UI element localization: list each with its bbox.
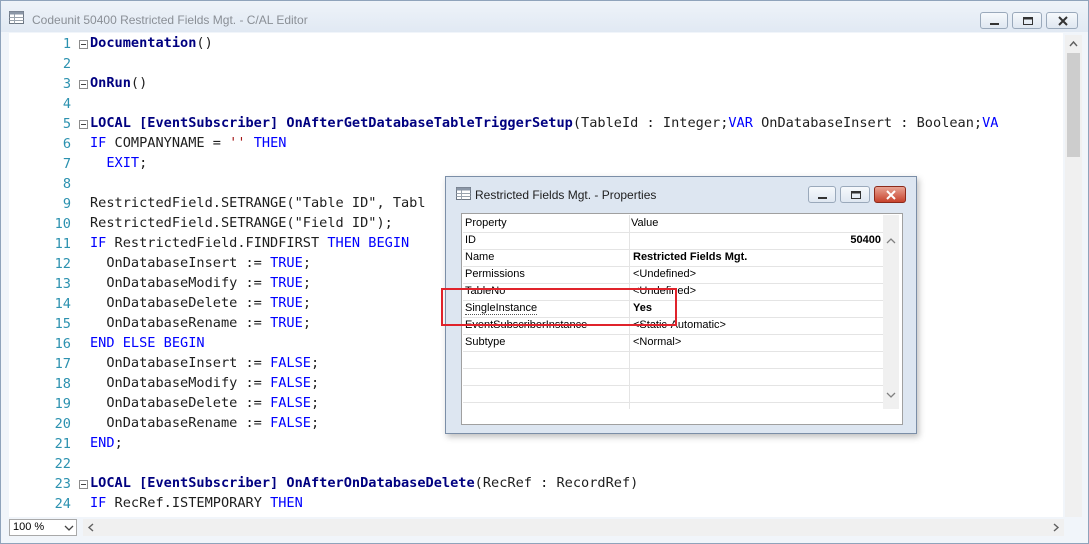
dialog-minimize-button[interactable] (808, 186, 836, 203)
line-number: 16 (54, 336, 71, 352)
line-number: 18 (54, 376, 71, 392)
properties-scrollbar[interactable] (883, 215, 899, 409)
line-number: 4 (62, 96, 71, 112)
maximize-icon (851, 191, 861, 199)
code-text: OnDatabaseInsert := TRUE; (90, 255, 311, 271)
highlight-box (441, 288, 677, 326)
zoom-select[interactable]: 100 % (9, 519, 77, 536)
code-text: RestrictedField.SETRANGE("Field ID"); (90, 215, 393, 231)
line-number: 17 (54, 356, 71, 372)
line-number: 21 (54, 436, 71, 452)
dialog-close-button[interactable] (874, 186, 906, 203)
empty-row (463, 351, 883, 369)
code-text: OnDatabaseRename := FALSE; (90, 415, 320, 431)
code-text: IF RestrictedField.FINDFIRST THEN BEGIN (90, 235, 410, 251)
collapse-icon[interactable] (79, 480, 88, 489)
collapse-icon[interactable] (79, 80, 88, 89)
maximize-icon (1023, 17, 1033, 25)
line-number: 1 (62, 36, 71, 52)
close-icon (1058, 16, 1068, 26)
code-text: EXIT; (106, 155, 148, 171)
code-text: Documentation() (90, 35, 213, 51)
line-number: 8 (62, 176, 71, 192)
scroll-up-icon[interactable] (1065, 35, 1082, 52)
window-title: Codeunit 50400 Restricted Fields Mgt. - … (32, 13, 308, 27)
line-number: 5 (62, 116, 71, 132)
code-text: IF COMPANYNAME = '' THEN (90, 135, 287, 151)
close-icon (886, 190, 896, 200)
line-number: 7 (62, 156, 71, 172)
minimize-icon (990, 23, 999, 25)
property-row[interactable]: Subtype <Normal> (463, 334, 883, 352)
scroll-left-icon[interactable] (83, 519, 100, 536)
zoom-value: 100 % (13, 521, 45, 533)
header-value: Value (631, 217, 659, 229)
line-number: 11 (54, 236, 71, 252)
scroll-down-icon[interactable] (883, 389, 899, 401)
scroll-up-icon[interactable] (883, 235, 899, 247)
table-icon (9, 11, 24, 24)
code-text: IF RecRef.ISTEMPORARY THEN (90, 495, 303, 511)
code-text: OnDatabaseInsert := FALSE; (90, 355, 320, 371)
vertical-scrollbar[interactable] (1065, 35, 1082, 517)
line-number: 23 (54, 476, 71, 492)
minimize-button[interactable] (980, 12, 1008, 29)
line-number: 13 (54, 276, 71, 292)
empty-row (463, 368, 883, 386)
close-button[interactable] (1046, 12, 1078, 29)
collapse-icon[interactable] (79, 40, 88, 49)
collapse-icon[interactable] (79, 120, 88, 129)
property-value[interactable]: <Normal> (633, 336, 681, 348)
code-text: LOCAL [EventSubscriber] OnAfterGetDataba… (90, 115, 999, 131)
grid-header-row: Property Value (463, 215, 883, 233)
line-number: 15 (54, 316, 71, 332)
code-text: END ELSE BEGIN (90, 335, 205, 351)
code-text: END; (90, 435, 123, 451)
property-row[interactable]: Permissions <Undefined> (463, 266, 883, 284)
line-number: 3 (62, 76, 71, 92)
dialog-title: Restricted Fields Mgt. - Properties (475, 188, 657, 202)
maximize-button[interactable] (1012, 12, 1042, 29)
code-text: OnDatabaseRename := TRUE; (90, 315, 311, 331)
line-number: 12 (54, 256, 71, 272)
line-number: 19 (54, 396, 71, 412)
code-text: LOCAL [EventSubscriber] OnAfterOnDatabas… (90, 475, 639, 491)
dialog-maximize-button[interactable] (840, 186, 870, 203)
table-icon (456, 187, 471, 200)
property-value[interactable]: 50400 (850, 234, 881, 246)
line-number: 6 (62, 136, 71, 152)
property-name: ID (465, 234, 476, 246)
code-text: OnDatabaseModify := TRUE; (90, 275, 311, 291)
property-row[interactable]: Name Restricted Fields Mgt. (463, 249, 883, 267)
line-number: 2 (62, 56, 71, 72)
property-value[interactable]: <Undefined> (633, 268, 696, 280)
property-name: Subtype (465, 336, 506, 348)
scroll-right-icon[interactable] (1047, 519, 1064, 536)
property-name: Permissions (465, 268, 525, 280)
line-number: 10 (54, 216, 71, 232)
code-text: RestrictedField.SETRANGE("Table ID", Tab… (90, 195, 426, 211)
header-property: Property (465, 217, 507, 229)
line-number: 9 (62, 196, 71, 212)
horizontal-scrollbar[interactable] (83, 519, 1064, 536)
scrollbar-thumb[interactable] (1067, 53, 1080, 157)
property-row[interactable]: ID 50400 (463, 232, 883, 250)
chevron-down-icon (64, 525, 74, 531)
code-text: OnDatabaseDelete := TRUE; (90, 295, 311, 311)
property-name: Name (465, 251, 495, 263)
minimize-icon (818, 197, 827, 199)
title-bar[interactable]: Codeunit 50400 Restricted Fields Mgt. - … (1, 1, 1088, 32)
line-number: 22 (54, 456, 71, 472)
line-number: 24 (54, 496, 71, 512)
empty-row (463, 385, 883, 403)
property-value[interactable]: Restricted Fields Mgt. (633, 251, 747, 263)
line-number: 14 (54, 296, 71, 312)
code-text: OnRun() (90, 75, 148, 91)
line-number: 20 (54, 416, 71, 432)
code-text: OnDatabaseModify := FALSE; (90, 375, 320, 391)
code-text: OnDatabaseDelete := FALSE; (90, 395, 320, 411)
